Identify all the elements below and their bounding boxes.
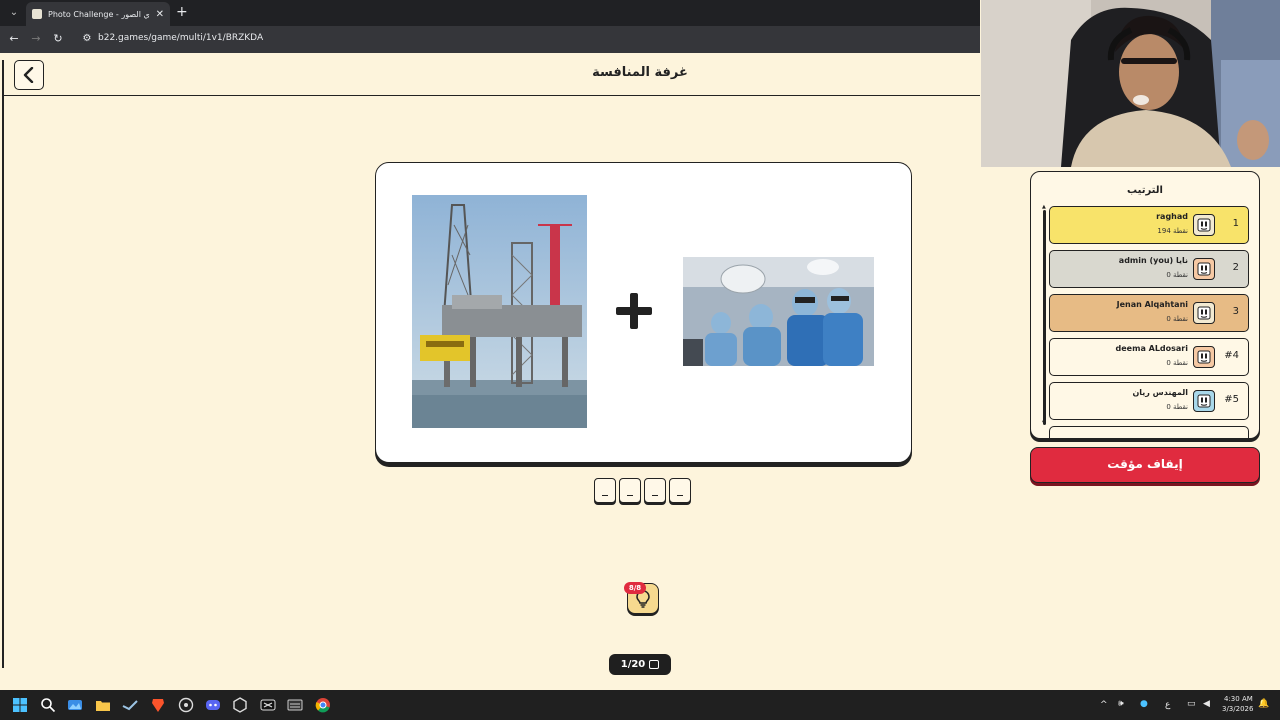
windows-start-icon[interactable] (12, 697, 28, 713)
volume-icon[interactable]: ◀ (1203, 699, 1210, 709)
player-points: 194 نقطة (1157, 227, 1188, 235)
player-row[interactable]: 1 raghad 194 نقطة (1049, 206, 1249, 244)
tray-overflow-icon[interactable]: ^ (1100, 700, 1108, 710)
player-row[interactable]: 3 Jenan Alqahtani 0 نقطة (1049, 294, 1249, 332)
face-icon (1197, 394, 1211, 408)
browser-tab[interactable]: Photo Challenge - تحدي الصور ✕ (26, 2, 170, 26)
file-explorer-icon[interactable] (95, 697, 111, 713)
avatar (1193, 390, 1215, 412)
answer-slots (594, 478, 691, 503)
search-icon[interactable] (40, 697, 56, 713)
face-icon (1197, 306, 1211, 320)
site-info-icon[interactable]: ⚙ (80, 32, 94, 46)
speaker-icon[interactable]: 🕪 (1118, 699, 1124, 709)
player-name: admin (you) نايا (1118, 256, 1188, 265)
scroll-down-icon[interactable]: ▼ (1042, 420, 1046, 426)
widgets-icon[interactable] (67, 697, 83, 713)
tab-search-icon[interactable]: ⌄ (6, 5, 22, 21)
face-icon (1197, 262, 1211, 276)
browser-tab-bar: ⌄ Photo Challenge - تحدي الصور ✕ + (0, 0, 980, 26)
close-icon[interactable]: ✕ (156, 9, 164, 20)
clock-time[interactable]: 4:30 AM (1224, 695, 1253, 703)
app-grid-icon[interactable] (287, 697, 303, 713)
forward-arrow-icon[interactable]: → (28, 31, 44, 47)
discord-icon[interactable] (205, 697, 221, 713)
chrome-icon[interactable] (315, 697, 331, 713)
player-name: deema ALdosari (1115, 344, 1188, 353)
player-row-partial[interactable] (1049, 426, 1249, 438)
windows-taskbar: ^ 🕪 ● ع ▭ ◀ 4:30 AM 3/3/2026 🔔 (0, 690, 1280, 720)
player-row[interactable]: #4 deema ALdosari 0 نقطة (1049, 338, 1249, 376)
avatar (1193, 302, 1215, 324)
plus-icon (614, 291, 654, 331)
leaderboard-scrollbar[interactable] (1043, 210, 1046, 425)
player-points: 0 نقطة (1166, 359, 1188, 367)
player-points: 0 نقطة (1166, 271, 1188, 279)
player-row[interactable]: 2 admin (you) نايا 0 نقطة (1049, 250, 1249, 288)
image-icon (649, 660, 660, 669)
network-icon[interactable]: ▭ (1187, 699, 1196, 709)
progress-indicator: 1/20 (609, 654, 671, 675)
player-rank: #5 (1224, 394, 1239, 405)
player-rank: #4 (1224, 350, 1239, 361)
player-rank: 3 (1232, 306, 1239, 317)
answer-slot[interactable] (669, 478, 691, 503)
notification-icon[interactable]: 🔔 (1258, 699, 1269, 709)
player-rank: 2 (1232, 262, 1239, 273)
answer-slot[interactable] (619, 478, 641, 503)
surgeons-image (683, 257, 874, 366)
left-border (2, 60, 4, 668)
hint-count-badge: 8/8 (624, 582, 646, 594)
new-tab-icon[interactable]: + (176, 4, 188, 20)
oil-rig-image (412, 195, 587, 428)
face-icon (1197, 350, 1211, 364)
back-arrow-icon[interactable]: ← (6, 31, 22, 47)
progress-label: 1/20 (620, 659, 646, 670)
tab-title: Photo Challenge - تحدي الصور (48, 9, 150, 19)
input-language[interactable]: ع (1165, 700, 1170, 710)
puzzle-card (375, 162, 912, 463)
player-points: 0 نقطة (1166, 315, 1188, 323)
player-name: Jenan Alqahtani (1116, 300, 1188, 309)
app-header: غرفة المنافسة (4, 53, 980, 96)
player-name: المهندس ريان (1132, 388, 1188, 397)
obs-icon[interactable] (178, 697, 194, 713)
reload-icon[interactable]: ↻ (50, 31, 66, 47)
browser-toolbar: ← → ↻ ⚙ b22.games/game/multi/1v1/BRZKDA (0, 26, 980, 53)
player-points: 0 نقطة (1166, 403, 1188, 411)
avatar (1193, 214, 1215, 236)
leaderboard-panel: الترتيب ▲ ▼ 1 raghad 194 نقطة 2 admin (y… (1030, 171, 1260, 439)
leaderboard-title: الترتيب (1127, 185, 1163, 196)
brave-icon[interactable] (150, 697, 166, 713)
address-bar[interactable]: b22.games/game/multi/1v1/BRZKDA (98, 33, 263, 43)
avatar (1193, 258, 1215, 280)
capcut-icon[interactable] (260, 697, 276, 713)
favicon-icon (32, 9, 42, 19)
answer-slot[interactable] (644, 478, 666, 503)
answer-slot[interactable] (594, 478, 616, 503)
pause-button[interactable]: إيقاف مؤقت (1030, 447, 1260, 483)
avatar (1193, 346, 1215, 368)
player-row[interactable]: #5 المهندس ريان 0 نقطة (1049, 382, 1249, 420)
player-rank: 1 (1232, 218, 1239, 229)
steam-icon[interactable] (122, 697, 138, 713)
player-name: raghad (1156, 212, 1188, 221)
face-icon (1197, 218, 1211, 232)
microphone-icon[interactable]: ● (1140, 699, 1148, 709)
webcam-overlay (981, 0, 1280, 167)
unity-icon[interactable] (232, 697, 248, 713)
clock-date[interactable]: 3/3/2026 (1222, 705, 1253, 713)
